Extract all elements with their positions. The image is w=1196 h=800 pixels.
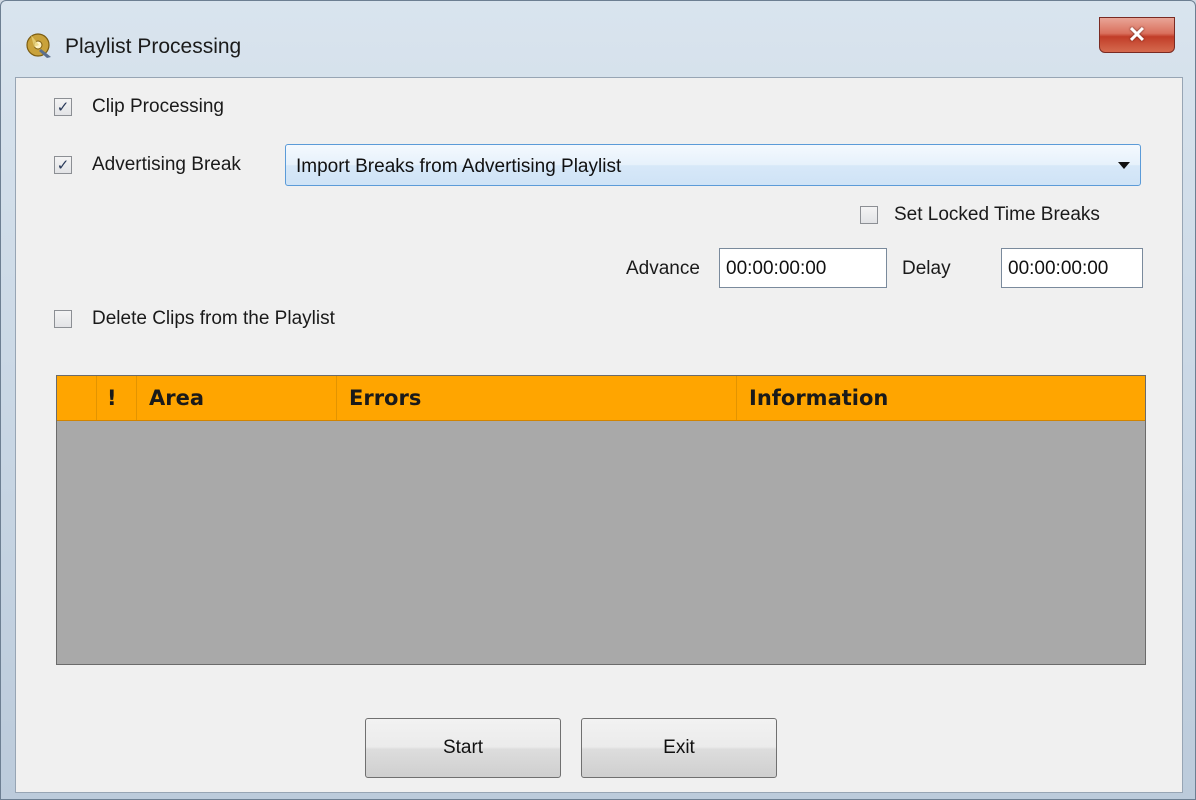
checkmark-icon: ✓ <box>56 156 70 174</box>
dialog-client-area: ✓ Clip Processing ✓ Advertising Break Im… <box>15 77 1183 793</box>
set-locked-time-breaks-label: Set Locked Time Breaks <box>894 204 1100 225</box>
results-grid[interactable]: ! Area Errors Information <box>56 375 1146 665</box>
close-icon: ✕ <box>1127 22 1147 47</box>
advance-input[interactable]: 00:00:00:00 <box>719 248 887 288</box>
grid-header: ! Area Errors Information <box>57 376 1145 421</box>
delay-label: Delay <box>902 258 951 279</box>
delay-input[interactable]: 00:00:00:00 <box>1001 248 1143 288</box>
break-mode-dropdown[interactable]: Import Breaks from Advertising Playlist <box>285 144 1141 186</box>
advance-label: Advance <box>626 258 700 279</box>
title-bar[interactable]: Playlist Processing ✕ <box>1 1 1196 71</box>
dialog-window: Playlist Processing ✕ ✓ Clip Processing … <box>0 0 1196 800</box>
delete-clips-label: Delete Clips from the Playlist <box>92 308 335 329</box>
set-locked-time-breaks-checkbox[interactable] <box>860 206 878 224</box>
start-button[interactable]: Start <box>365 718 561 778</box>
break-mode-selected: Import Breaks from Advertising Playlist <box>296 156 622 177</box>
advertising-break-checkbox[interactable]: ✓ <box>54 156 72 174</box>
grid-header-information[interactable]: Information <box>737 376 1145 420</box>
playlist-processing-icon <box>26 33 51 58</box>
clip-processing-checkbox[interactable]: ✓ <box>54 98 72 116</box>
grid-header-row-selector <box>57 376 97 420</box>
delete-clips-checkbox[interactable] <box>54 310 72 328</box>
checkmark-icon: ✓ <box>56 98 70 116</box>
close-button[interactable]: ✕ <box>1099 17 1175 53</box>
grid-header-errors[interactable]: Errors <box>337 376 737 420</box>
grid-header-area[interactable]: Area <box>137 376 337 420</box>
advertising-break-label: Advertising Break <box>92 154 241 175</box>
exit-button[interactable]: Exit <box>581 718 777 778</box>
chevron-down-icon <box>1118 162 1130 169</box>
grid-header-alert[interactable]: ! <box>97 376 137 420</box>
clip-processing-label: Clip Processing <box>92 96 224 117</box>
window-title: Playlist Processing <box>65 35 242 58</box>
